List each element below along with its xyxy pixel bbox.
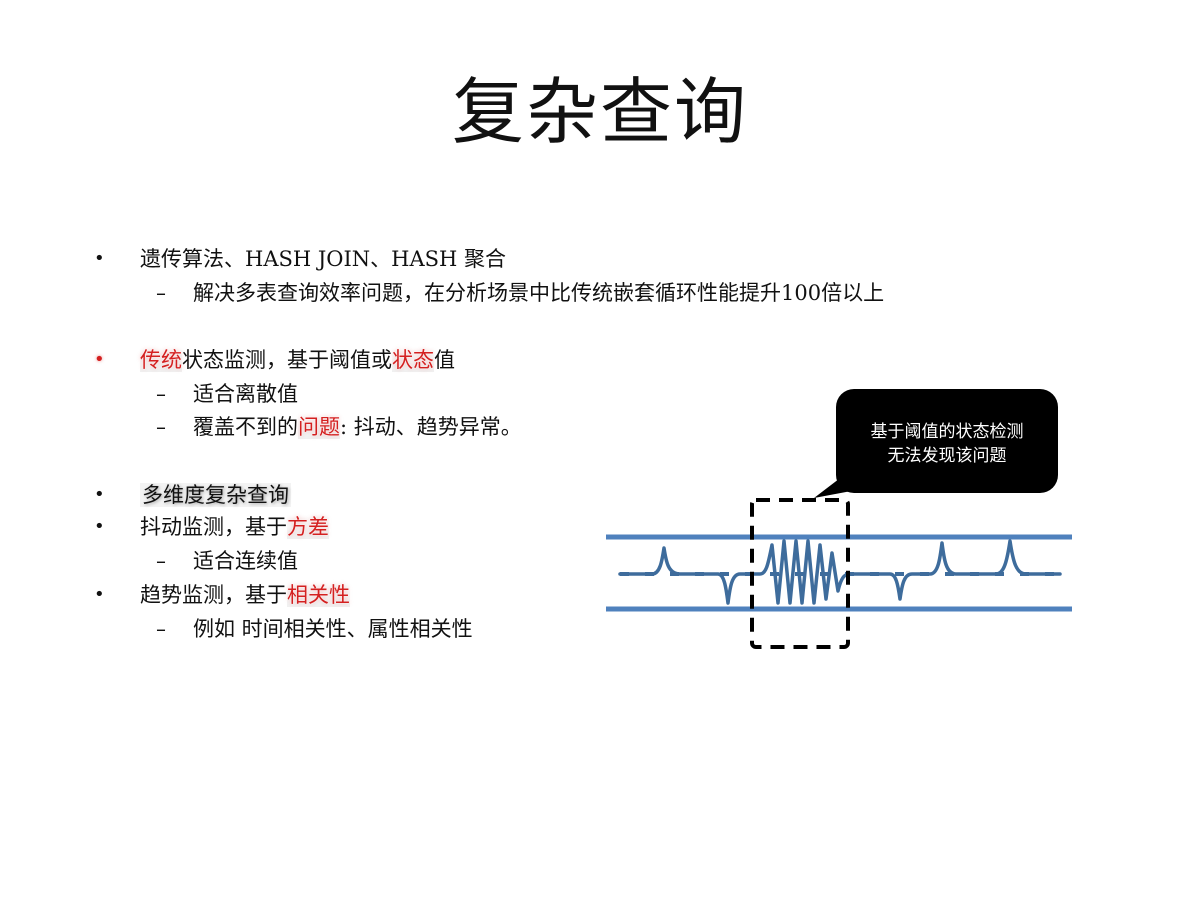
bullet-item-text: 抖动监测，基于: [140, 515, 287, 539]
bullet-marker: •: [94, 484, 105, 505]
callout-line-2: 无法发现该问题: [887, 446, 1007, 466]
bullet-item-traditional-monitoring: 传统状态监测，基于阈值或状态值: [140, 345, 455, 375]
bullet-item-text: 趋势监测，基于: [140, 583, 287, 607]
bullet-item-text: 状态监测，基于阈值或: [182, 348, 392, 372]
sub-item-text: 例如 时间相关性、属性相关性: [193, 617, 473, 641]
sub-item-continuous: 适合连续值: [193, 546, 298, 576]
bullet-item-text: 遗传算法、HASH JOIN、HASH 聚合: [140, 247, 507, 271]
dash-marker: –: [156, 549, 166, 573]
bullet-item-jitter: 抖动监测，基于方差: [140, 512, 329, 542]
dash-marker: –: [156, 382, 166, 406]
bullet-item-text-end: 值: [434, 348, 455, 372]
sub-item-efficiency: 解决多表查询效率问题，在分析场景中比传统嵌套循环性能提升100倍以上: [193, 278, 884, 308]
highlight-state: 状态: [392, 348, 434, 372]
dash-marker: –: [156, 617, 166, 641]
threshold-diagram: 基于阈值的状态检测 无法发现该问题: [600, 385, 1080, 655]
signal-waveform: [618, 539, 1062, 605]
sub-item-text: 适合连续值: [193, 549, 298, 573]
callout-bubble: 基于阈值的状态检测 无法发现该问题: [836, 389, 1058, 493]
sub-item-text: 适合离散值: [193, 382, 298, 406]
highlight-correlation: 相关性: [287, 583, 350, 607]
sub-item-text: 覆盖不到的: [193, 415, 298, 439]
bullet-marker-red: •: [94, 349, 105, 370]
sub-item-examples: 例如 时间相关性、属性相关性: [193, 614, 473, 644]
highlight-variance: 方差: [287, 515, 329, 539]
dash-marker: –: [156, 415, 166, 439]
callout-line-1: 基于阈值的状态检测: [870, 422, 1024, 442]
highlight-problem: 问题: [298, 415, 340, 439]
bullet-item-trend: 趋势监测，基于相关性: [140, 580, 350, 610]
bullet-item-algorithms: 遗传算法、HASH JOIN、HASH 聚合: [140, 244, 506, 274]
sub-item-text-end: : 抖动、趋势异常。: [340, 415, 522, 439]
bullet-marker: •: [94, 584, 105, 605]
dash-marker: –: [156, 281, 166, 305]
bullet-list: • 遗传算法、HASH JOIN、HASH 聚合 – 解决多表查询效率问题，在分…: [0, 0, 884, 900]
sub-item-discrete: 适合离散值: [193, 379, 298, 409]
bullet-marker: •: [94, 516, 105, 537]
sub-item-text: 解决多表查询效率问题，在分析场景中比传统嵌套循环性能提升100倍以上: [193, 281, 885, 305]
highlight-multidim: 多维度复杂查询: [140, 483, 291, 507]
sub-item-uncovered: 覆盖不到的问题: 抖动、趋势异常。: [193, 412, 522, 442]
bullet-marker: •: [94, 248, 105, 269]
highlight-traditional: 传统: [140, 348, 182, 372]
bullet-item-multidim: 多维度复杂查询: [140, 480, 291, 510]
